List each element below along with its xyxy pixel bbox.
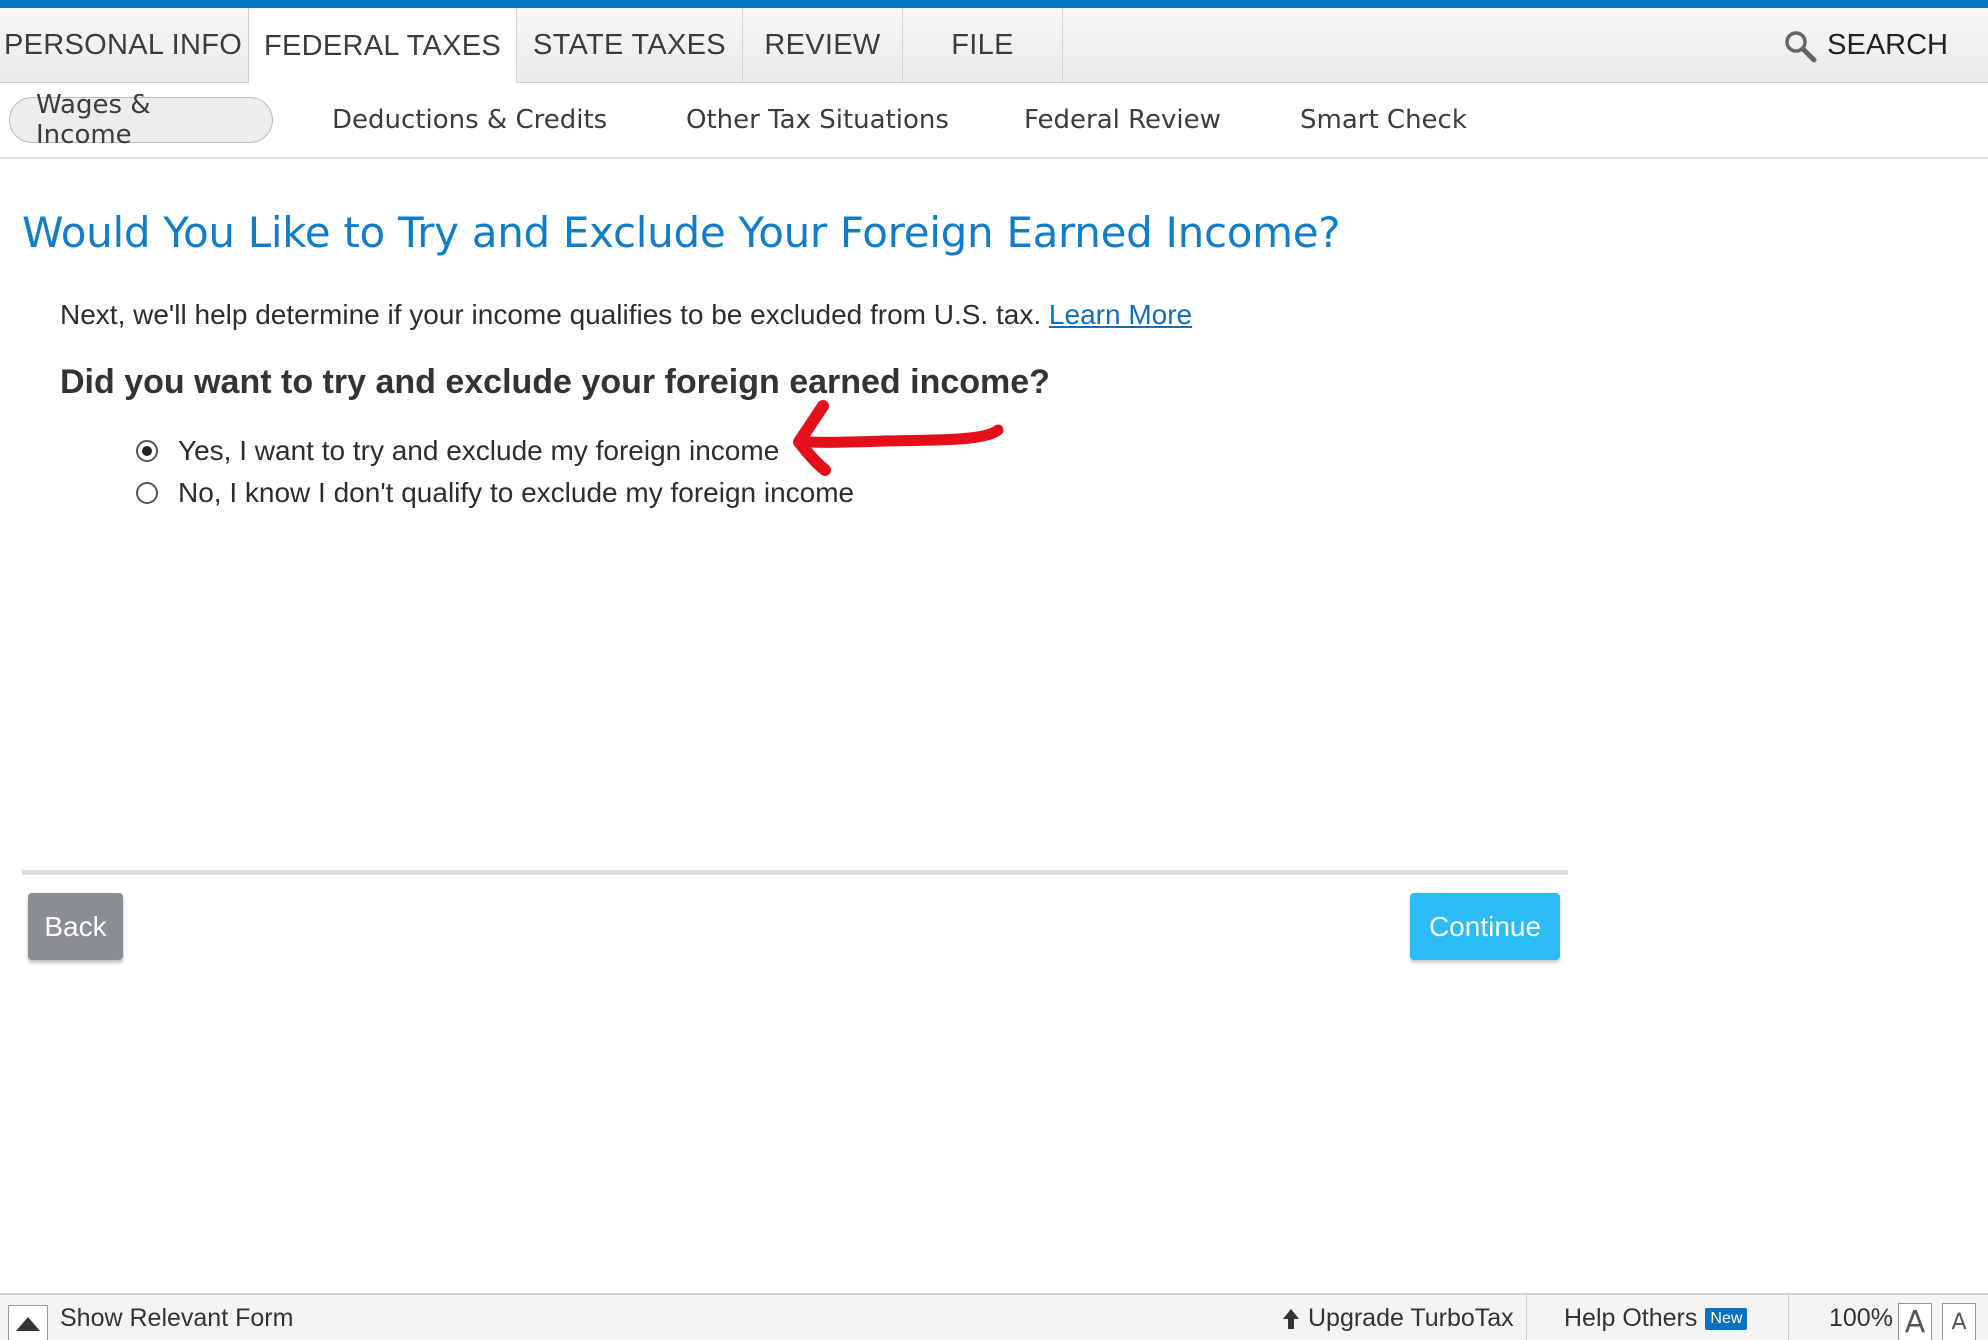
turbotax-window: PERSONAL INFO FEDERAL TAXES STATE TAXES …: [0, 0, 1988, 1340]
subtab-federal-review[interactable]: Federal Review: [1024, 97, 1221, 143]
continue-button[interactable]: Continue: [1410, 893, 1560, 960]
option-no[interactable]: No, I know I don't qualify to exclude my…: [136, 475, 854, 511]
help-others[interactable]: Help Others New: [1564, 1295, 1748, 1340]
top-accent-bar: [0, 0, 1988, 8]
help-others-label: Help Others: [1564, 1304, 1698, 1332]
show-relevant-form[interactable]: Show Relevant Form: [60, 1295, 293, 1340]
content-divider: [22, 870, 1568, 875]
annotation-arrow-icon: [793, 400, 1004, 476]
font-size-small-button[interactable]: A: [1942, 1303, 1976, 1340]
zoom-level: 100%: [1829, 1304, 1893, 1332]
intro-description: Next, we'll help determine if your incom…: [60, 299, 1042, 330]
option-yes-label: Yes, I want to try and exclude my foreig…: [178, 435, 780, 466]
font-size-large-button[interactable]: A: [1898, 1303, 1932, 1340]
tab-federal-taxes[interactable]: FEDERAL TAXES: [249, 8, 517, 84]
footer-separator: [1788, 1295, 1789, 1340]
upgrade-turbotax[interactable]: Upgrade TurboTax: [1282, 1295, 1514, 1340]
search-icon: [1785, 30, 1817, 62]
search-label: SEARCH: [1827, 29, 1948, 61]
new-badge: New: [1705, 1307, 1748, 1330]
learn-more-link[interactable]: Learn More: [1049, 299, 1192, 330]
footer-bar: Show Relevant Form Upgrade TurboTax Help…: [0, 1293, 1988, 1340]
radio-yes[interactable]: [136, 440, 158, 462]
tab-file[interactable]: FILE: [903, 8, 1063, 83]
main-nav: PERSONAL INFO FEDERAL TAXES STATE TAXES …: [0, 8, 1988, 84]
sub-nav: Wages & Income Deductions & Credits Othe…: [0, 83, 1988, 159]
page-title: Would You Like to Try and Exclude Your F…: [22, 208, 1341, 257]
upgrade-label: Upgrade TurboTax: [1308, 1304, 1514, 1332]
subtab-other-tax-situations[interactable]: Other Tax Situations: [686, 97, 949, 143]
tab-state-taxes[interactable]: STATE TAXES: [517, 8, 743, 83]
arrow-up-icon: [1283, 1308, 1299, 1329]
subtab-smart-check[interactable]: Smart Check: [1300, 97, 1467, 143]
tab-review[interactable]: REVIEW: [743, 8, 903, 83]
tab-personal-info[interactable]: PERSONAL INFO: [0, 8, 249, 83]
subtab-wages-income[interactable]: Wages & Income: [9, 90, 273, 150]
back-button[interactable]: Back: [28, 893, 123, 960]
footer-separator: [1526, 1295, 1527, 1340]
show-form-toggle[interactable]: [8, 1305, 48, 1340]
triangle-up-icon: [16, 1316, 40, 1331]
subtab-deductions-credits[interactable]: Deductions & Credits: [332, 97, 607, 143]
intro-text: Next, we'll help determine if your incom…: [60, 299, 1192, 331]
option-yes[interactable]: Yes, I want to try and exclude my foreig…: [136, 433, 779, 469]
search-button[interactable]: SEARCH: [1783, 8, 1948, 83]
option-no-label: No, I know I don't qualify to exclude my…: [178, 477, 855, 508]
radio-no[interactable]: [136, 482, 158, 504]
